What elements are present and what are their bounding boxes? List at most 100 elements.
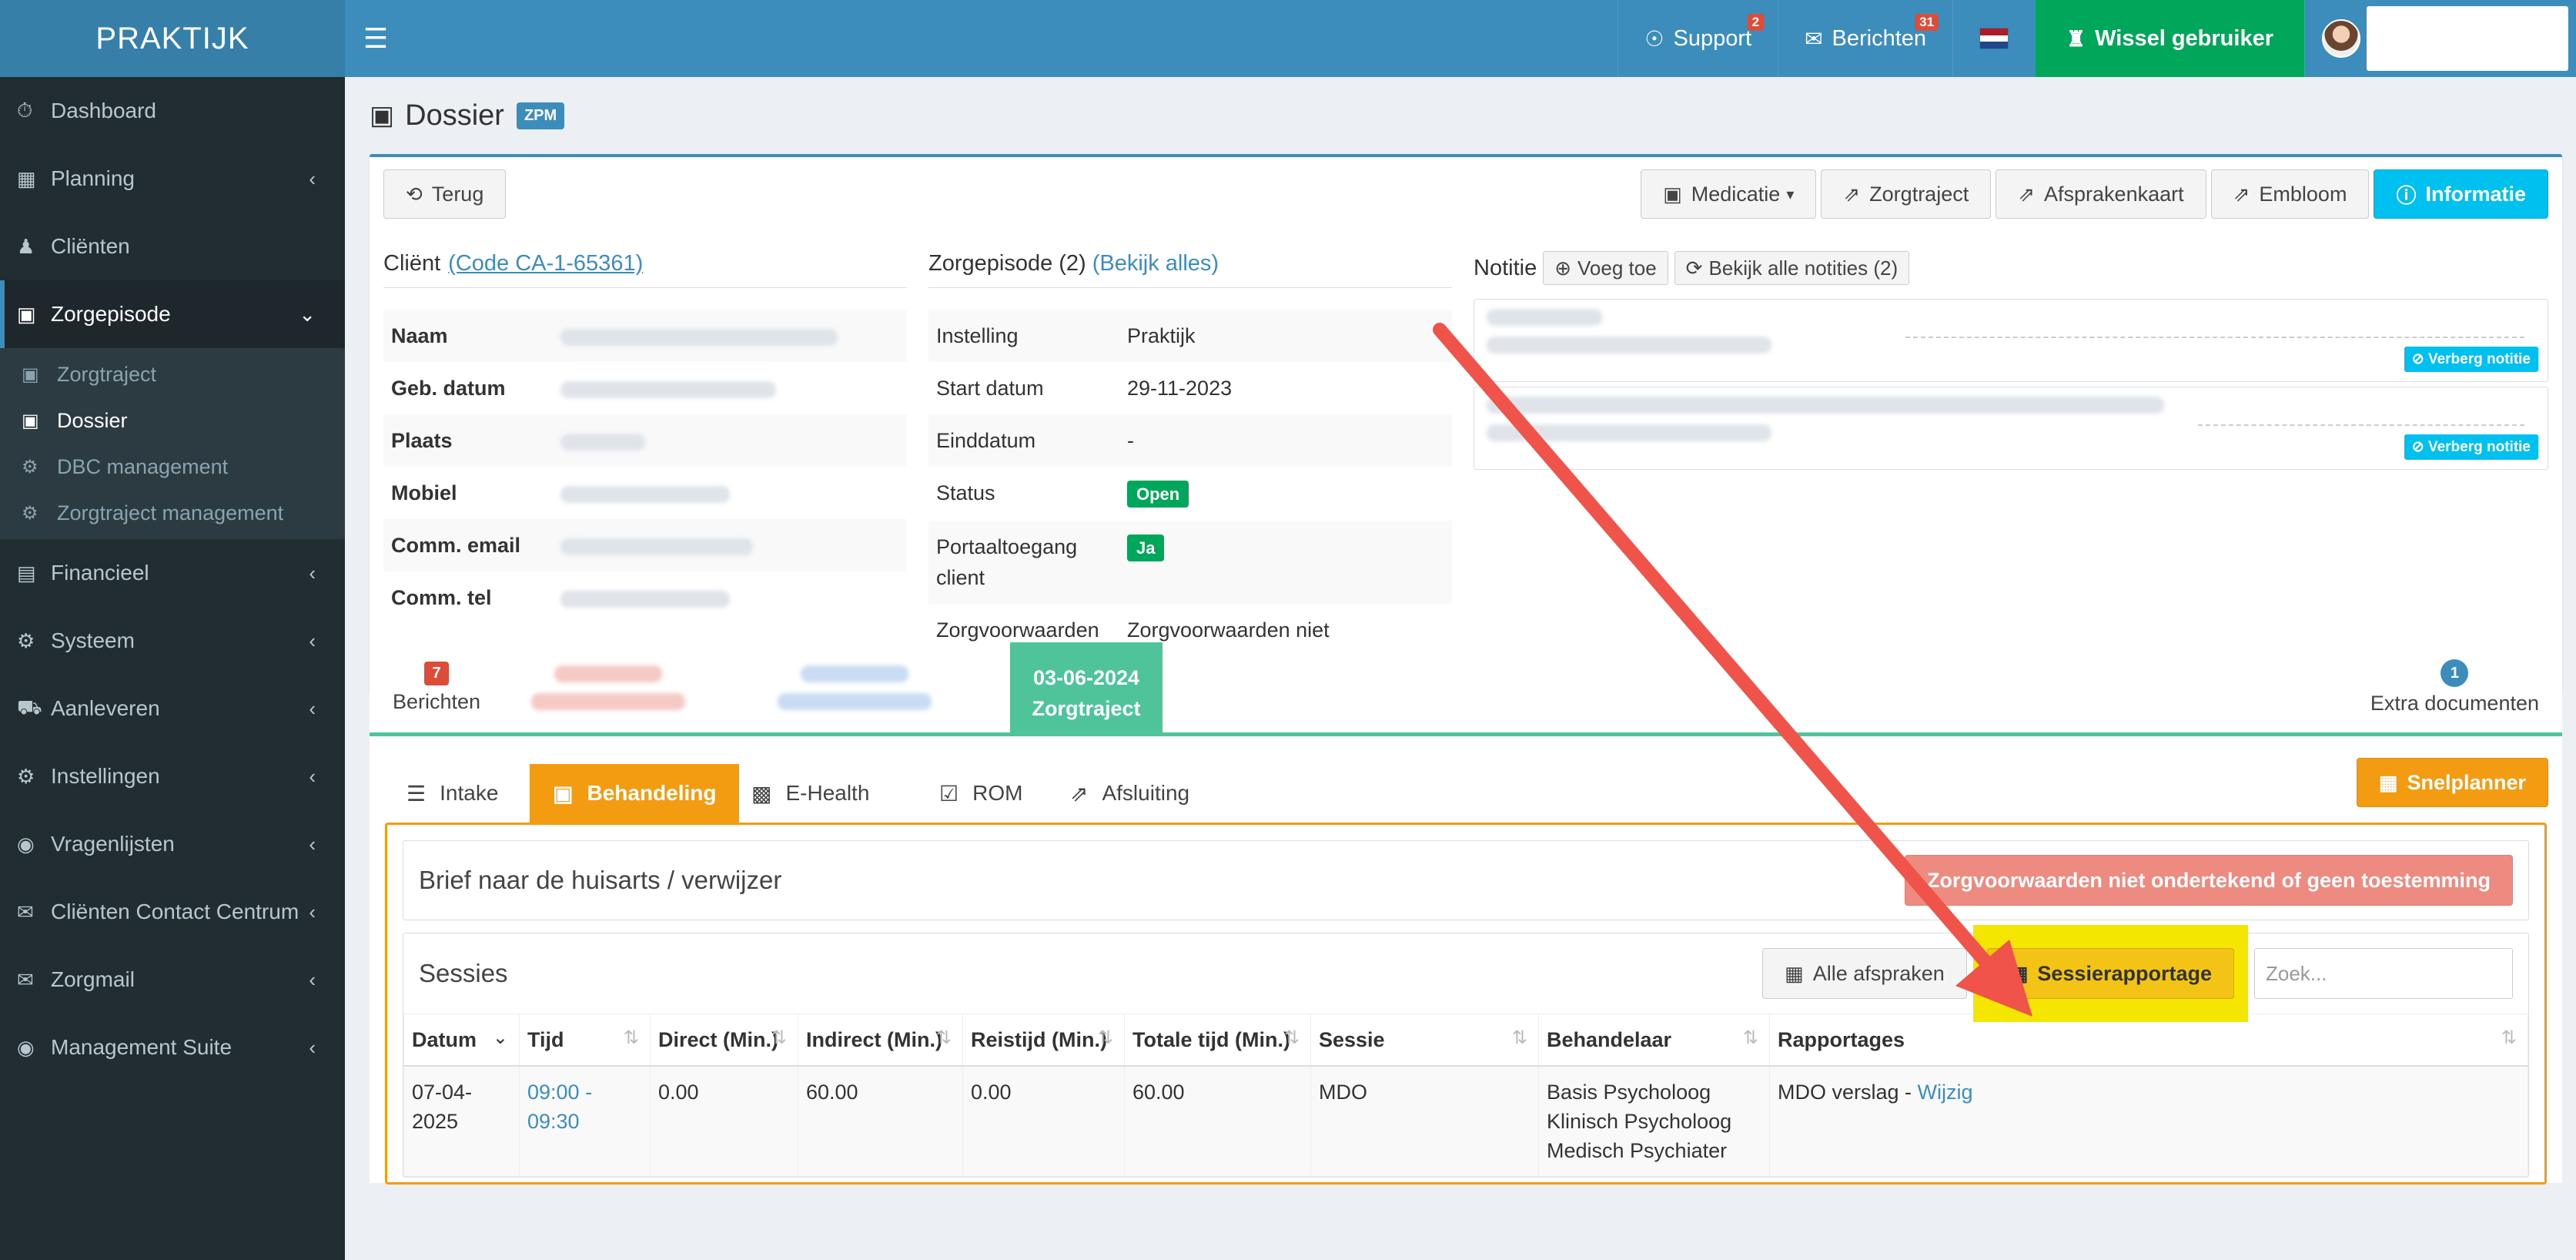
- zorgvoorwaarden-warning-button[interactable]: Zorgvoorwaarden niet ondertekend of geen…: [1904, 855, 2513, 906]
- client-value-redacted: [553, 571, 907, 624]
- column-header-totale-tijd[interactable]: ⇅ Totale tijd (Min.): [1124, 1014, 1311, 1067]
- page-title-text: Dossier: [405, 99, 504, 132]
- calendar-icon: ▦: [2378, 770, 2398, 794]
- envelope-icon: ✉: [17, 967, 34, 991]
- tab-afsluiting[interactable]: ⇗ Afsluiting: [1047, 764, 1213, 823]
- sidebar-item-systeem[interactable]: ⚙ Systeem ‹: [0, 607, 345, 675]
- tab-label: Behandeling: [587, 781, 717, 805]
- timeline-active-label: Zorgtraject: [1032, 697, 1141, 720]
- sidebar-item-zorgmail[interactable]: ✉ Zorgmail ‹: [0, 946, 345, 1014]
- episode-label: Status: [936, 481, 995, 504]
- timeline-item-redacted[interactable]: [531, 665, 685, 710]
- note-card: ⊘ Verberg notitie: [1474, 299, 2548, 382]
- sidebar-item-financieel[interactable]: ▤ Financieel ‹: [0, 539, 345, 607]
- client-code-link[interactable]: (Code CA-1-65361): [448, 251, 643, 276]
- search-input[interactable]: Zoek...: [2254, 948, 2513, 999]
- alle-afspraken-button[interactable]: ▦ Alle afspraken: [1762, 948, 1967, 999]
- timeline-extra-documenten[interactable]: 1 Extra documenten: [2370, 659, 2539, 715]
- column-header-behandelaar[interactable]: ⇅ Behandelaar: [1538, 1014, 1770, 1067]
- medicatie-label: Medicatie: [1691, 182, 1781, 206]
- sidebar-item-dashboard[interactable]: ⏱ Dashboard: [0, 77, 345, 145]
- sidebar-item-aanleveren[interactable]: ⛟ Aanleveren ‹: [0, 675, 345, 742]
- episode-value: Praktijk: [1119, 310, 1452, 362]
- sessierapportage-button[interactable]: ▦ Sessierapportage: [1986, 948, 2234, 999]
- berichten-button[interactable]: ✉ Berichten 31: [1778, 0, 1952, 77]
- medicatie-dropdown-button[interactable]: ▣ Medicatie ▾: [1641, 169, 1817, 219]
- user-secret-icon: ♜: [2066, 26, 2086, 51]
- tab-behandeling[interactable]: ▣ Behandeling: [530, 764, 740, 823]
- arrow-circle-left-icon: ⟲: [406, 182, 423, 206]
- timeline-berichten[interactable]: 7 Berichten: [393, 659, 480, 714]
- timeline-active-zorgtraject[interactable]: 03-06-2024 Zorgtraject: [1010, 642, 1163, 736]
- globe-icon: ◉: [17, 1035, 35, 1059]
- column-header-reistijd[interactable]: ⇅ Reistijd (Min.): [962, 1014, 1125, 1067]
- tab-intake[interactable]: ☰ Intake: [383, 764, 521, 823]
- tab-rom[interactable]: ☑ ROM: [916, 764, 1045, 823]
- sidebar-item-zorgepisode[interactable]: ▣ Zorgepisode ⌄: [0, 280, 345, 348]
- hide-note-button[interactable]: ⊘ Verberg notitie: [2404, 434, 2538, 460]
- user-menu[interactable]: [2304, 0, 2576, 77]
- informatie-button[interactable]: ⓘ Informatie: [2374, 169, 2548, 219]
- embloom-button[interactable]: ⇗ Embloom: [2210, 169, 2370, 219]
- sidebar-item-instellingen[interactable]: ⚙ Instellingen ‹: [0, 742, 345, 810]
- sort-icon: ⇅: [1283, 1027, 1300, 1048]
- column-header-tijd[interactable]: ⇅ Tijd: [519, 1014, 651, 1067]
- sidebar-item-vragenlijsten[interactable]: ◉ Vragenlijsten ‹: [0, 810, 345, 878]
- user-icon: ♟: [17, 234, 35, 258]
- add-note-button[interactable]: ⊕ Voeg toe: [1543, 251, 1668, 285]
- episode-value: -: [1119, 414, 1452, 467]
- language-selector[interactable]: [1952, 0, 2035, 77]
- sidebar-item-label: Cliënten Contact Centrum: [51, 900, 299, 923]
- column-header-direct[interactable]: ⇅ Direct (Min.): [650, 1014, 798, 1067]
- sidebar-subitem-dossier[interactable]: ▣ Dossier: [0, 397, 345, 444]
- notitie-column: Notitie ⊕ Voeg toe ⟳ Bekijk alle notitie…: [1474, 251, 2548, 687]
- cell-sessie: MDO: [1310, 1065, 1539, 1177]
- bekijk-alles-link[interactable]: (Bekijk alles): [1092, 251, 1219, 276]
- cell-indirect: 60.00: [798, 1065, 963, 1177]
- brief-box: Brief naar de huisarts / verwijzer Zorgv…: [403, 840, 2529, 920]
- column-header-datum[interactable]: ⌄ Datum: [403, 1014, 520, 1067]
- sidebar-item-planning[interactable]: ▦ Planning ‹: [0, 145, 345, 213]
- snelplanner-label: Snelplanner: [2407, 770, 2526, 794]
- sidebar-toggle-button[interactable]: ☰: [345, 0, 406, 77]
- sidebar-item-clienten-contact-centrum[interactable]: ✉ Cliënten Contact Centrum ‹: [0, 878, 345, 946]
- back-button[interactable]: ⟲ Terug: [383, 169, 507, 219]
- column-header-indirect[interactable]: ⇅ Indirect (Min.): [798, 1014, 963, 1067]
- view-all-notes-label: Bekijk alle notities (2): [1708, 256, 1899, 280]
- client-heading-text: Cliënt: [383, 251, 441, 276]
- timeline-berichten-label: Berichten: [393, 690, 481, 713]
- sidebar-subitem-dbc-management[interactable]: ⚙ DBC management: [0, 444, 345, 490]
- client-table: Naam Geb. datum Plaats Mobiel Comm. emai…: [383, 310, 907, 624]
- support-button[interactable]: ☉ Support 2: [1618, 0, 1778, 77]
- sidebar-item-management-suite[interactable]: ◉ Management Suite ‹: [0, 1014, 345, 1081]
- behandelaar-name: Klinisch Psycholoog: [1547, 1110, 1732, 1133]
- column-header-rapportages[interactable]: ⇅ Rapportages: [1769, 1014, 2528, 1067]
- globe-icon: ◉: [17, 832, 35, 856]
- chevron-left-icon: ‹: [309, 967, 316, 991]
- sessies-table: ⌄ Datum ⇅ Tijd ⇅ Direct (Min.) ⇅ Indirect (M…: [403, 1014, 2528, 1177]
- view-all-notes-button[interactable]: ⟳ Bekijk alle notities (2): [1674, 251, 1910, 285]
- app-logo[interactable]: PRAKTIJK: [0, 0, 345, 77]
- client-heading: Cliënt (Code CA-1-65361): [383, 251, 907, 288]
- chevron-left-icon: ‹: [309, 628, 316, 652]
- column-header-sessie[interactable]: ⇅ Sessie: [1310, 1014, 1539, 1067]
- timeline-item-redacted[interactable]: [778, 665, 932, 710]
- tab-e-health[interactable]: ▩ E-Health: [728, 764, 892, 823]
- wijzig-link[interactable]: Wijzig: [1918, 1081, 1973, 1104]
- snelplanner-button[interactable]: ▦ Snelplanner: [2356, 758, 2548, 807]
- client-value-redacted: [553, 310, 907, 362]
- switch-user-button[interactable]: ♜ Wissel gebruiker: [2035, 0, 2304, 77]
- plus-circle-icon: ⊕: [1554, 256, 1571, 280]
- cell-tijd[interactable]: 09:00 - 09:30: [519, 1065, 651, 1177]
- afsprakenkaart-button[interactable]: ⇗ Afsprakenkaart: [1996, 169, 2206, 219]
- hide-note-button[interactable]: ⊘ Verberg notitie: [2404, 347, 2538, 372]
- sidebar-subitem-zorgtraject-management[interactable]: ⚙ Zorgtraject management: [0, 490, 345, 536]
- zorgtraject-button[interactable]: ⇗ Zorgtraject: [1821, 169, 1992, 219]
- chevron-left-icon: ‹: [309, 561, 316, 585]
- top-header: PRAKTIJK ☰ ☉ Support 2 ✉ Berichten 31 ♜ …: [0, 0, 2576, 77]
- sidebar-item-clienten[interactable]: ♟ Cliënten: [0, 213, 345, 280]
- lifebuoy-icon: ☉: [1644, 26, 1664, 51]
- sidebar-subitem-zorgtraject[interactable]: ▣ Zorgtraject: [0, 351, 345, 397]
- chevron-down-icon: ⌄: [299, 302, 316, 326]
- table-row: 07-04-2025 09:00 - 09:30 0.00 60.00 0.00…: [403, 1065, 2528, 1177]
